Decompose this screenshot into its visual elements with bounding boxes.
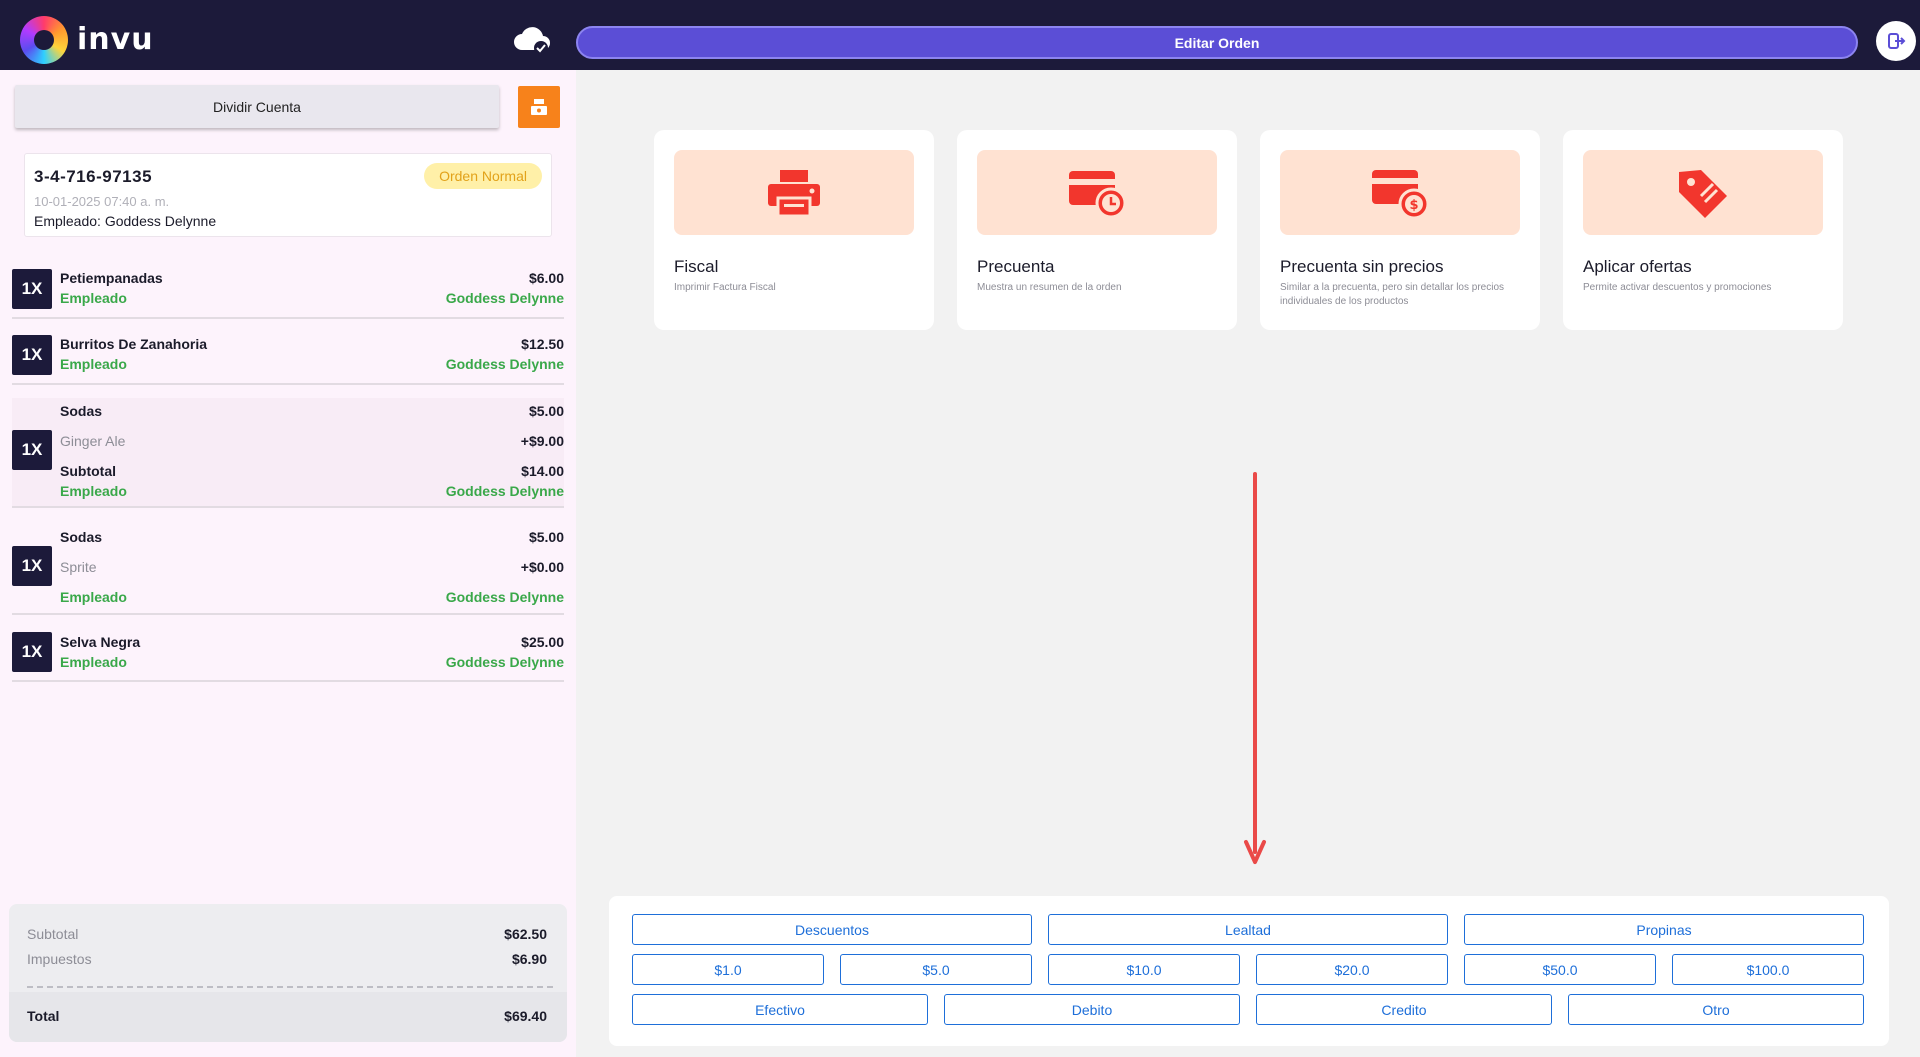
card-subtitle: Muestra un resumen de la orden [977,282,1122,293]
cash-register-icon [531,99,547,115]
item-quantity: 1X [12,335,52,375]
item-price: $25.00 [521,634,564,650]
order-id: 3-4-716-97135 [34,167,153,186]
item-employee-label: Empleado [60,290,127,306]
amount-button-100[interactable]: $100.0 [1672,954,1864,985]
subtotal-value: $62.50 [504,926,547,942]
tips-button[interactable]: Propinas [1464,914,1864,945]
order-item[interactable]: 1X Burritos De Zanahoria $12.50 Empleado G… [12,332,564,385]
order-panel: Dividir Cuenta 3-4-716-97135 10-01-2025 … [0,70,576,1057]
card-dollar-icon: $ [1372,169,1430,219]
subtotal-label: Subtotal [27,926,79,942]
item-quantity: 1X [12,430,52,470]
other-button[interactable]: Otro [1568,994,1864,1025]
item-quantity: 1X [12,632,52,672]
top-bar: invu Editar Orden [0,0,1920,70]
item-employee-name: Goddess Delynne [445,290,564,306]
item-subtotal: $14.00 [521,463,564,479]
item-price: $6.00 [528,270,564,286]
order-date: 10-01-2025 07:40 a. m. [34,194,170,209]
tax-label: Impuestos [27,951,92,967]
printer-icon [768,169,820,217]
employee-name: Goddess Delynne [104,213,217,229]
item-price: $5.00 [528,403,564,419]
total-label: Total [27,1008,60,1024]
item-name: Burritos De Zanahoria [60,336,208,352]
divider [27,986,553,988]
item-employee-name: Goddess Delynne [445,589,564,605]
down-arrow-icon [1244,472,1266,864]
tax-value: $6.90 [511,951,547,967]
action-card-aplicar-ofertas[interactable]: Aplicar ofertas Permite activar descuent… [1563,130,1843,330]
item-price: $12.50 [521,336,564,352]
item-price: $5.00 [528,529,564,545]
item-employee-name: Goddess Delynne [445,483,564,499]
employee-label: Empleado: [34,213,101,229]
item-employee-name: Goddess Delynne [445,654,564,670]
card-title: Precuenta sin precios [1280,257,1444,276]
card-subtitle: Permite activar descuentos y promociones [1583,282,1772,293]
action-card-precuenta-sin-precios[interactable]: $ Precuenta sin precios Similar a la pre… [1260,130,1540,330]
amount-button-5[interactable]: $5.0 [840,954,1032,985]
item-name: Selva Negra [60,634,141,650]
order-type-badge: Orden Normal [424,163,542,189]
card-title: Aplicar ofertas [1583,257,1692,276]
modifier-price: +$0.00 [520,559,564,575]
item-employee-label: Empleado [60,483,127,499]
modifier-name: Ginger Ale [60,433,126,449]
debit-button[interactable]: Debito [944,994,1240,1025]
action-card-fiscal[interactable]: Fiscal Imprimir Factura Fiscal [654,130,934,330]
discounts-button[interactable]: Descuentos [632,914,1032,945]
payment-panel: Descuentos Lealtad Propinas $1.0 $5.0 $1… [609,896,1889,1046]
order-info-card: 3-4-716-97135 10-01-2025 07:40 a. m. Emp… [24,153,552,237]
card-title: Precuenta [977,257,1055,276]
item-name: Sodas [60,403,103,419]
item-quantity: 1X [12,269,52,309]
amount-button-20[interactable]: $20.0 [1256,954,1448,985]
loyalty-button[interactable]: Lealtad [1048,914,1448,945]
logout-icon [1888,33,1906,49]
modifier-price: +$9.00 [520,433,564,449]
cash-drawer-button[interactable] [518,86,560,128]
totals-box: Subtotal $62.50 Impuestos $6.90 Total $69.4… [9,904,567,1042]
invu-logo-icon [20,16,68,64]
item-employee-name: Goddess Delynne [445,356,564,372]
modifier-name: Sprite [60,559,97,575]
amount-button-10[interactable]: $10.0 [1048,954,1240,985]
amount-button-50[interactable]: $50.0 [1464,954,1656,985]
icon-box [674,150,914,235]
total-row: Total $69.40 [9,992,567,1042]
item-employee-label: Empleado [60,589,127,605]
cash-button[interactable]: Efectivo [632,994,928,1025]
icon-box [977,150,1217,235]
split-bill-button[interactable]: Dividir Cuenta [15,85,499,128]
item-quantity: 1X [12,546,52,586]
cloud-sync-icon[interactable] [512,24,552,56]
item-employee-label: Empleado [60,356,127,372]
order-item[interactable]: 1X Petiempanadas $6.00 Empleado Goddess De… [12,266,564,319]
item-employee-label: Empleado [60,654,127,670]
total-value: $69.40 [504,1008,547,1024]
order-item[interactable]: 1X Selva Negra $25.00 Empleado Goddess Del… [12,630,564,682]
credit-button[interactable]: Credito [1256,994,1552,1025]
item-subtotal-label: Subtotal [60,463,116,479]
tag-icon [1679,169,1727,218]
order-item[interactable]: 1X Sodas $5.00 Ginger Ale +$9.00 Subtotal $… [12,398,564,508]
brand-name: invu [77,22,154,57]
icon-box: $ [1280,150,1520,235]
card-clock-icon [1069,170,1127,218]
order-item[interactable]: 1X Sodas $5.00 Sprite +$0.00 Empleado Godde… [12,524,564,615]
amount-button-1[interactable]: $1.0 [632,954,824,985]
icon-box [1583,150,1823,235]
card-title: Fiscal [674,257,719,276]
svg-text:$: $ [1409,198,1418,213]
card-subtitle: Imprimir Factura Fiscal [674,282,776,293]
edit-order-button[interactable]: Editar Orden [576,26,1858,59]
logout-button[interactable] [1876,21,1916,61]
order-employee: Empleado: Goddess Delynne [34,213,216,229]
card-subtitle: Similar a la precuenta, pero sin detalla… [1280,282,1504,307]
action-card-precuenta[interactable]: Precuenta Muestra un resumen de la orden [957,130,1237,330]
item-name: Sodas [60,529,103,545]
item-name: Petiempanadas [60,270,163,286]
